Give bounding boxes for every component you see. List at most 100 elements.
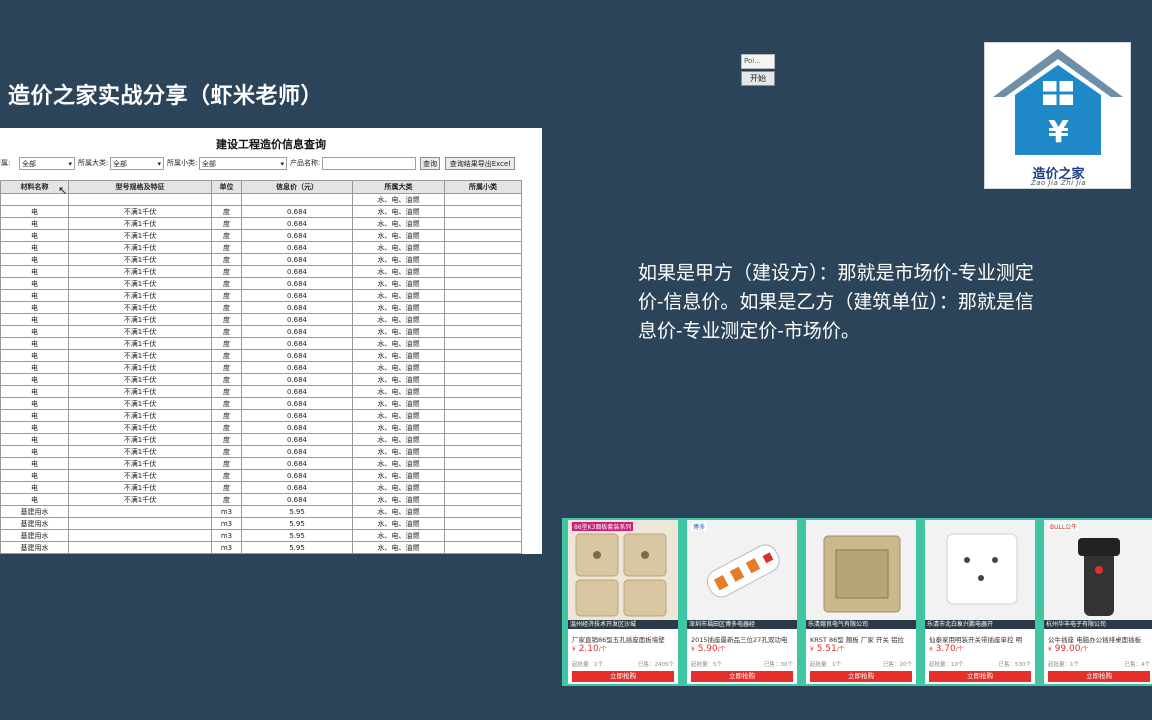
- column-header[interactable]: 信息价（元）: [241, 180, 353, 194]
- table-row: 基建用水 m35.95水、电、油燃: [0, 529, 522, 542]
- product-card[interactable]: 乐清熔良电气有限公司 KRST 86型 翘板 厂家 开关 铝拉 ¥ 5.51/个 起批…: [806, 520, 916, 684]
- product-description[interactable]: 公牛插座 电脑办公插排桌面插板: [1048, 634, 1152, 644]
- price-unit: /个: [836, 646, 845, 653]
- product-shop-name[interactable]: 杭州华丰电子有限公司: [1044, 620, 1152, 629]
- first-filter-select[interactable]: 全部: [19, 157, 75, 170]
- document-title: 建设工程造价信息查询: [216, 138, 326, 151]
- table-cell: 0.684: [241, 289, 353, 302]
- product-image[interactable]: [568, 520, 678, 628]
- column-header[interactable]: 所属小类: [444, 180, 522, 194]
- table-cell: 不满1千伏: [68, 361, 212, 374]
- column-header[interactable]: 型号规格及特征: [68, 180, 212, 194]
- table-cell: [444, 205, 522, 218]
- table-cell: [444, 277, 522, 290]
- table-cell: 电: [0, 277, 69, 290]
- table-cell: [444, 313, 522, 326]
- buy-now-button[interactable]: 立即抢购: [1048, 671, 1150, 682]
- big-category-select[interactable]: 全部: [110, 157, 164, 170]
- table-cell: 水、电、油燃: [352, 409, 445, 422]
- table-cell: 电: [0, 397, 69, 410]
- product-card[interactable]: 乐清市北白象兴鹏电器开 仙泰家用明装开关带插座单控 明 ¥ 3.70/个 起批量：10…: [925, 520, 1035, 684]
- price-table: 材料名称 型号规格及特征 单位 信息价（元） 所属大类 所属小类 水、电、油燃电…: [0, 180, 522, 554]
- buy-now-button[interactable]: 立即抢购: [691, 671, 793, 682]
- table-cell: 度: [211, 265, 242, 278]
- buy-now-button[interactable]: 立即抢购: [572, 671, 674, 682]
- table-cell: 度: [211, 325, 242, 338]
- small-category-label: 所属小类:: [167, 159, 198, 167]
- table-row: 电不满1千伏度 0.684 水、电、油燃: [0, 241, 522, 254]
- table-cell: 水、电、油燃: [352, 241, 445, 254]
- table-cell: m3: [211, 541, 242, 554]
- table-cell: [444, 529, 522, 542]
- widget-input[interactable]: Poi...: [741, 54, 775, 69]
- table-cell: 0.684: [241, 241, 353, 254]
- product-description[interactable]: 仙泰家用明装开关带插座单控 明: [929, 634, 1033, 644]
- price-table-wrap: 材料名称 型号规格及特征 单位 信息价（元） 所属大类 所属小类 水、电、油燃电…: [0, 180, 522, 554]
- product-description[interactable]: KRST 86型 翘板 厂家 开关 铝拉: [810, 634, 914, 644]
- buy-now-button[interactable]: 立即抢购: [810, 671, 912, 682]
- product-shop-name[interactable]: 乐清市北白象兴鹏电器开: [925, 620, 1035, 629]
- table-cell: [444, 421, 522, 434]
- table-cell: 基建用水: [0, 505, 69, 518]
- table-cell: 电: [0, 205, 69, 218]
- table-row: 电不满1千伏度 0.684 水、电、油燃: [0, 217, 522, 230]
- table-cell: 电: [0, 289, 69, 302]
- table-cell: 水、电、油燃: [352, 385, 445, 398]
- table-cell: 水、电、油燃: [352, 553, 445, 554]
- product-shop-name[interactable]: 深圳市福田区博多电器经: [687, 620, 797, 629]
- table-cell: 不满1千伏: [68, 397, 212, 410]
- table-cell: 5.95: [241, 505, 353, 518]
- column-header[interactable]: 单位: [211, 180, 242, 194]
- product-image[interactable]: [1044, 520, 1152, 628]
- table-cell: [68, 517, 212, 530]
- table-cell: 水、电、油燃: [352, 289, 445, 302]
- table-cell: 度: [211, 481, 242, 494]
- table-cell: 度: [211, 349, 242, 362]
- table-cell: 度: [211, 445, 242, 458]
- table-cell: 度: [211, 253, 242, 266]
- product-image[interactable]: [806, 520, 916, 628]
- table-cell: 水、电、油燃: [352, 277, 445, 290]
- table-cell: 水、电、油燃: [352, 433, 445, 446]
- table-cell: 电: [0, 313, 69, 326]
- product-shop-name[interactable]: 温州经济技术开发区沙城: [568, 620, 678, 629]
- table-cell: 0.684: [241, 265, 353, 278]
- table-cell: 电: [0, 433, 69, 446]
- table-cell: m3: [211, 505, 242, 518]
- table-cell: 度: [211, 469, 242, 482]
- product-strip: 86型K3面板套装系列 温州经济技术开发区沙城 厂家直销86型五孔插座面板墙壁 ¥ 2…: [562, 518, 1152, 686]
- explanation-note: 如果是甲方（建设方）：那就是市场价-专业测定价-信息价。如果是乙方（建筑单位）：…: [638, 262, 1034, 342]
- product-image[interactable]: [687, 520, 797, 628]
- table-cell: [68, 553, 212, 554]
- product-name-input[interactable]: [322, 157, 416, 170]
- price-value: 5.51: [816, 644, 837, 654]
- query-button[interactable]: 查询: [420, 157, 440, 170]
- product-shop-name[interactable]: 乐清熔良电气有限公司: [806, 620, 916, 629]
- table-cell: 度: [211, 397, 242, 410]
- column-header[interactable]: 所属大类: [352, 180, 445, 194]
- product-description[interactable]: 厂家直销86型五孔插座面板墙壁: [572, 634, 676, 644]
- table-cell: 0.684: [241, 373, 353, 386]
- buy-now-button[interactable]: 立即抢购: [929, 671, 1031, 682]
- small-category-select[interactable]: 全部: [199, 157, 287, 170]
- product-image[interactable]: [925, 520, 1035, 628]
- product-description[interactable]: 2015插座最新品三位27孔双功电: [691, 634, 795, 644]
- table-cell: 水、电、油燃: [352, 325, 445, 338]
- table-cell: [211, 193, 242, 206]
- table-row: 电不满1千伏度 0.684 水、电、油燃: [0, 337, 522, 350]
- start-button[interactable]: 开始: [741, 71, 775, 86]
- table-cell: [444, 301, 522, 314]
- table-cell: 0.684: [241, 301, 353, 314]
- table-cell: 不满1千伏: [68, 469, 212, 482]
- table-cell: 水、电、油燃: [352, 205, 445, 218]
- min-order: 起批量：1个: [572, 662, 603, 668]
- table-row: 电不满1千伏度 0.684 水、电、油燃: [0, 349, 522, 362]
- table-cell: 度: [211, 457, 242, 470]
- product-card[interactable]: 86型K3面板套装系列 温州经济技术开发区沙城 厂家直销86型五孔插座面板墙壁 ¥ 2…: [568, 520, 678, 684]
- table-cell: [444, 505, 522, 518]
- table-cell: [444, 469, 522, 482]
- product-card[interactable]: 博多 深圳市福田区博多电器经 2015插座最新品三位27孔双功电 ¥ 5.90/个 起批…: [687, 520, 797, 684]
- export-excel-button[interactable]: 查询结果导出Excel: [445, 157, 515, 170]
- table-cell: 度: [211, 493, 242, 506]
- product-card[interactable]: BULL公牛 杭州华丰电子有限公司 公牛插座 电脑办公插排桌面插板 ¥ 99.00/个…: [1044, 520, 1152, 684]
